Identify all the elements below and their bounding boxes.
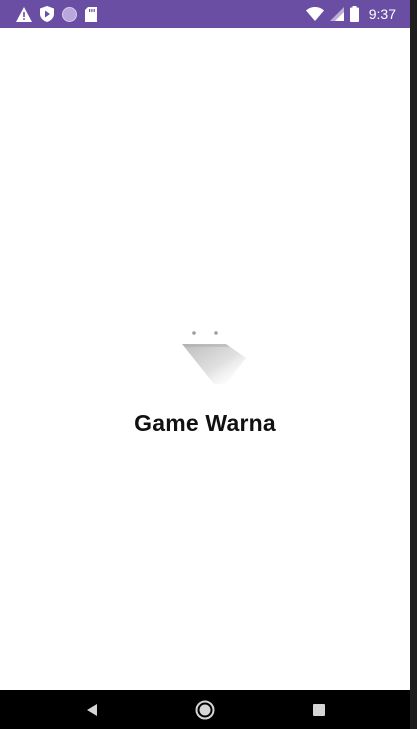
home-button[interactable] xyxy=(195,700,215,720)
splash-screen: Game Warna xyxy=(0,28,410,690)
back-triangle-icon xyxy=(87,704,97,716)
system-status-icons: 9:37 xyxy=(305,5,396,23)
navigation-bar xyxy=(0,690,410,729)
tag-logo-icon xyxy=(178,328,250,386)
wifi-icon xyxy=(305,7,324,21)
notification-icons xyxy=(16,5,97,23)
sd-card-icon xyxy=(85,6,97,22)
shield-play-icon xyxy=(40,6,54,22)
cell-signal-icon xyxy=(329,7,344,21)
app-title: Game Warna xyxy=(134,410,276,436)
status-bar: 9:37 xyxy=(0,0,410,28)
app-screen: 9:37 Game Warna xyxy=(0,0,410,729)
back-button[interactable] xyxy=(83,700,103,720)
screen-edge xyxy=(410,0,417,729)
circle-icon xyxy=(62,6,77,22)
warning-icon xyxy=(16,6,32,22)
battery-icon xyxy=(349,6,359,22)
recents-button[interactable] xyxy=(309,700,329,720)
home-circle-icon xyxy=(195,700,215,720)
recents-square-icon xyxy=(313,704,325,716)
status-time: 9:37 xyxy=(368,6,396,22)
